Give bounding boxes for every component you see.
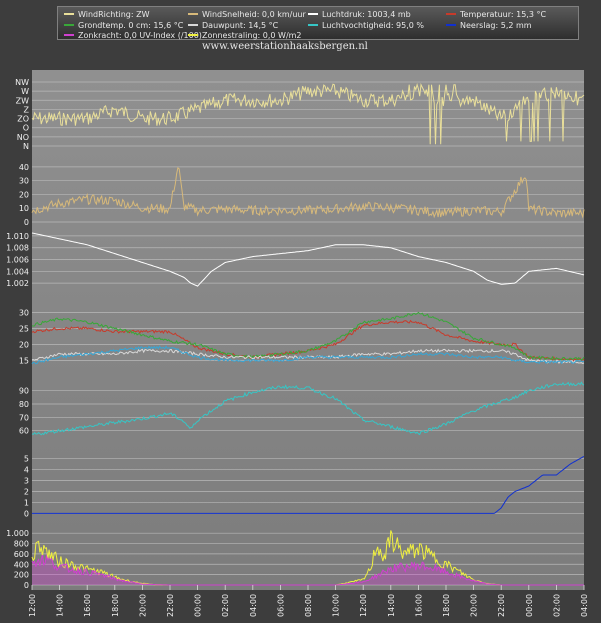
y-tick-label: 5 [24,455,29,464]
y-tick-label: 20 [19,340,29,349]
x-tick-label: 14:00 [387,594,396,617]
y-tick-label: 80 [19,400,29,409]
legend-swatch [446,23,456,26]
y-tick-label: 1.008 [6,244,29,253]
y-tick-label: 20 [19,190,29,199]
legend-label: Luchtdruk: 1003,4 mb [322,10,411,19]
x-tick-label: 00:00 [525,594,534,617]
y-tick-label: 2 [24,487,29,496]
legend-item-pressure: Luchtdruk: 1003,4 mb [308,10,411,19]
x-tick-label: 18:00 [111,594,120,617]
x-tick-label: 04:00 [249,594,258,617]
legend-label: WindSnelheid: 0,0 km/uur [202,10,306,19]
y-tick-label: 90 [19,387,29,396]
y-tick-label: ZO [17,115,29,124]
y-tick-label: O [23,124,29,133]
y-tick-label: 1.000 [6,529,29,538]
y-tick-label: 200 [14,571,29,580]
x-tick-label: 06:00 [276,594,285,617]
y-tick-label: 70 [19,413,29,422]
y-tick-label: 1.004 [6,267,29,276]
legend-label: Neerslag: 5,2 mm [460,21,532,30]
y-tick-label: 4 [24,466,29,475]
legend-item-uv: Zonkracht: 0,0 UV-Index (/100) [64,31,202,40]
x-tick-label: 02:00 [552,594,561,617]
website-url: www.weerstationhaaksbergen.nl [202,41,368,52]
legend-item-rain: Neerslag: 5,2 mm [446,21,532,30]
y-tick-label: 0 [24,218,29,227]
y-tick-label: 800 [14,540,29,549]
plot-area [32,70,584,590]
y-tick-label: 1.006 [6,256,29,265]
y-tick-label: W [21,87,29,96]
legend-swatch [64,12,74,15]
x-tick-label: 22:00 [166,594,175,617]
x-tick-label: 12:00 [359,594,368,617]
legend-swatch [188,23,198,26]
y-tick-label: 400 [14,560,29,569]
y-tick-label: 1.010 [6,232,29,241]
y-tick-label: NW [15,78,29,87]
legend-item-wind-direction: WindRichting: ZW [64,10,150,19]
legend-label: Luchtvochtigheid: 95,0 % [322,21,425,30]
legend-item-humidity: Luchtvochtigheid: 95,0 % [308,21,424,30]
y-tick-label: 1.002 [6,279,29,288]
legend-item-solar: Zonnestraling: 0,0 W/m2 [188,31,302,40]
legend-label: Zonkracht: 0,0 UV-Index (/100) [78,31,202,40]
x-tick-label: 08:00 [304,594,313,617]
legend-label: Temperatuur: 15,3 °C [460,10,547,19]
x-tick-label: 12:00 [28,594,37,617]
y-tick-label: N [23,142,29,151]
x-tick-label: 02:00 [221,594,230,617]
y-tick-label: 60 [19,427,29,436]
legend-swatch [64,33,74,36]
y-tick-label: 0 [24,509,29,518]
y-tick-label: 600 [14,550,29,559]
y-tick-label: NO [17,133,29,142]
legend-swatch [188,33,198,36]
x-tick-label: 10:00 [332,594,341,617]
x-tick-label: 20:00 [138,594,147,617]
legend-swatch [64,23,74,26]
y-tick-label: 25 [19,324,29,333]
legend-item-ground-temp: Grondtemp. 0 cm: 15,6 °C [64,21,183,30]
y-tick-label: 1 [24,498,29,507]
legend-label: WindRichting: ZW [78,10,150,19]
x-tick-label: 16:00 [414,594,423,617]
y-tick-label: ZW [16,96,29,105]
legend-item-wind-speed: WindSnelheid: 0,0 km/uur [188,10,306,19]
y-tick-label: 3 [24,477,29,486]
x-tick-label: 20:00 [470,594,479,617]
weather-chart: NWWZWZZOONON0102030401.0021.0041.0061.00… [6,70,589,617]
x-tick-label: 14:00 [56,594,65,617]
x-tick-label: 16:00 [83,594,92,617]
legend-item-dewpoint: Dauwpunt: 14,5 °C [188,21,278,30]
legend-label: Zonnestraling: 0,0 W/m2 [202,31,302,40]
x-tick-label: 04:00 [580,594,589,617]
x-tick-label: 00:00 [194,594,203,617]
y-tick-label: Z [24,105,30,114]
x-tick-label: 18:00 [442,594,451,617]
y-tick-label: 0 [24,581,29,590]
y-tick-label: 10 [19,204,29,213]
legend-label: Grondtemp. 0 cm: 15,6 °C [78,21,184,30]
legend-swatch [446,12,456,15]
legend-item-temperature: Temperatuur: 15,3 °C [446,10,546,19]
y-tick-label: 30 [19,308,29,317]
y-tick-label: 30 [19,177,29,186]
x-tick-label: 22:00 [497,594,506,617]
y-tick-label: 40 [19,163,29,172]
legend-swatch [188,12,198,15]
legend-swatch [308,23,318,26]
y-tick-label: 15 [19,356,29,365]
legend-label: Dauwpunt: 14,5 °C [202,21,279,30]
legend: WindRichting: ZW WindSnelheid: 0,0 km/uu… [57,6,579,40]
legend-swatch [308,12,318,15]
